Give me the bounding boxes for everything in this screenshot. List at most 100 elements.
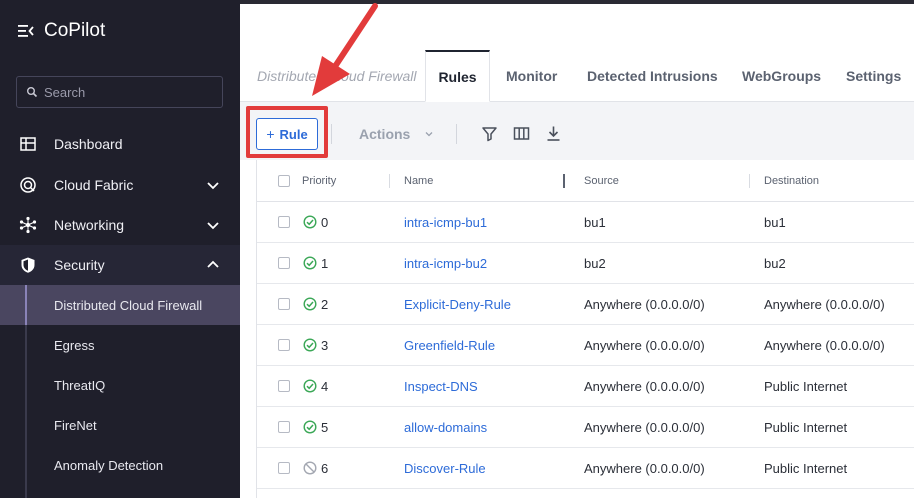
table-row[interactable]: 1 intra-icmp-bu2 bu2 bu2 — [257, 243, 914, 284]
cell-rule-name[interactable]: intra-icmp-bu1 — [404, 215, 487, 230]
cell-priority: 6 — [321, 461, 329, 476]
enabled-check-icon — [303, 215, 317, 229]
cell-source: Anywhere (0.0.0.0/0) — [584, 461, 705, 476]
sidebar-subitem-anomaly-detection[interactable]: Anomaly Detection — [0, 445, 240, 485]
table-row[interactable]: 3 Greenfield-Rule Anywhere (0.0.0.0/0) Anyw… — [257, 325, 914, 366]
cell-priority: 1 — [321, 256, 329, 271]
brand-title: CoPilot — [44, 20, 106, 41]
enabled-check-icon — [303, 256, 317, 270]
table-header: Priority Name Source Destination — [257, 160, 914, 202]
cell-destination: bu1 — [764, 215, 786, 230]
search-input[interactable] — [44, 84, 214, 100]
toolbar-divider — [331, 124, 332, 144]
highlight-box — [246, 106, 328, 158]
tab-detected-intrusions[interactable]: Detected Intrusions — [587, 50, 718, 102]
chevron-down-icon — [207, 182, 219, 190]
filter-icon[interactable] — [481, 125, 498, 142]
actions-label: Actions — [359, 126, 411, 142]
sidebar: CoPilot Dashboard Cloud Fabric — [0, 0, 240, 498]
cell-destination: Public Internet — [764, 420, 848, 435]
row-checkbox[interactable] — [278, 462, 290, 474]
toolbar — [240, 102, 914, 160]
cell-rule-name[interactable]: intra-icmp-bu2 — [404, 256, 487, 271]
shield-icon — [21, 257, 35, 273]
cell-destination: bu2 — [764, 256, 786, 271]
cell-priority: 0 — [321, 215, 329, 230]
table-row[interactable]: 2 Explicit-Deny-Rule Anywhere (0.0.0.0/0) A… — [257, 284, 914, 325]
dashboard-icon — [20, 137, 36, 151]
table-row[interactable]: 0 intra-icmp-bu1 bu1 bu1 — [257, 202, 914, 243]
column-resize-handle[interactable] — [563, 174, 565, 188]
sidebar-subitem-label: Egress — [54, 337, 95, 353]
sidebar-item-label: Dashboard — [54, 136, 123, 152]
search-icon — [27, 87, 38, 98]
cell-rule-name[interactable]: Discover-Rule — [404, 461, 486, 476]
cell-destination: Public Internet — [764, 461, 848, 476]
cell-destination: Public Internet — [764, 379, 848, 394]
chevron-down-icon — [207, 222, 219, 230]
column-header-name[interactable]: Name — [404, 175, 433, 187]
column-header-priority[interactable]: Priority — [302, 175, 336, 187]
sidebar-subitem-distributed-cloud-firewall[interactable]: Distributed Cloud Firewall — [0, 285, 240, 325]
cell-rule-name[interactable]: Greenfield-Rule — [404, 338, 495, 353]
sidebar-subitem-egress[interactable]: Egress — [0, 325, 240, 365]
rules-table: Priority Name Source Destination 0 intra-… — [256, 160, 914, 498]
cell-destination: Anywhere (0.0.0.0/0) — [764, 297, 885, 312]
enabled-check-icon — [303, 297, 317, 311]
row-checkbox[interactable] — [278, 257, 290, 269]
row-checkbox[interactable] — [278, 380, 290, 392]
enabled-check-icon — [303, 379, 317, 393]
search-box[interactable] — [16, 76, 223, 108]
tab-settings[interactable]: Settings — [846, 50, 901, 102]
tab-rules[interactable]: Rules — [425, 50, 490, 102]
actions-dropdown[interactable]: Actions — [359, 126, 434, 142]
cell-source: Anywhere (0.0.0.0/0) — [584, 297, 705, 312]
sidebar-item-label: Cloud Fabric — [54, 177, 134, 193]
cell-priority: 3 — [321, 338, 329, 353]
column-header-source[interactable]: Source — [584, 175, 619, 187]
row-checkbox[interactable] — [278, 298, 290, 310]
cell-source: bu2 — [584, 256, 606, 271]
cell-rule-name[interactable]: Explicit-Deny-Rule — [404, 297, 511, 312]
row-checkbox[interactable] — [278, 421, 290, 433]
tab-monitor[interactable]: Monitor — [506, 50, 557, 102]
columns-icon[interactable] — [513, 125, 530, 142]
cell-source: bu1 — [584, 215, 606, 230]
sidebar-item-label: Networking — [54, 217, 125, 233]
row-checkbox[interactable] — [278, 216, 290, 228]
sidebar-subitem-label: Distributed Cloud Firewall — [54, 297, 203, 313]
table-row[interactable]: 4 Inspect-DNS Anywhere (0.0.0.0/0) Public I… — [257, 366, 914, 407]
cell-priority: 4 — [321, 379, 329, 394]
cell-priority: 5 — [321, 420, 329, 435]
collapse-menu-icon[interactable] — [17, 22, 35, 40]
table-row[interactable]: 6 Discover-Rule Anywhere (0.0.0.0/0) Public… — [257, 448, 914, 489]
row-checkbox[interactable] — [278, 339, 290, 351]
column-header-destination[interactable]: Destination — [764, 175, 819, 187]
cell-rule-name[interactable]: Inspect-DNS — [404, 379, 478, 394]
networking-icon — [19, 216, 37, 234]
sidebar-subitem-label: FireNet — [54, 417, 97, 433]
annotation-arrow — [312, 3, 378, 96]
download-icon[interactable] — [545, 125, 562, 142]
sidebar-item-cloud-fabric[interactable]: Cloud Fabric — [0, 165, 240, 205]
cell-source: Anywhere (0.0.0.0/0) — [584, 338, 705, 353]
sidebar-subitem-firenet[interactable]: FireNet — [0, 405, 240, 445]
sidebar-subitem-threatiq[interactable]: ThreatIQ — [0, 365, 240, 405]
brand: CoPilot — [17, 20, 105, 42]
table-row[interactable]: 5 allow-domains Anywhere (0.0.0.0/0) Public… — [257, 407, 914, 448]
tab-webgroups[interactable]: WebGroups — [742, 50, 821, 102]
enabled-check-icon — [303, 420, 317, 434]
cell-rule-name[interactable]: allow-domains — [404, 420, 487, 435]
disabled-icon — [303, 461, 317, 475]
column-separator — [749, 174, 750, 188]
sidebar-item-dashboard[interactable]: Dashboard — [0, 124, 240, 164]
column-separator — [389, 174, 390, 188]
cell-source: Anywhere (0.0.0.0/0) — [584, 420, 705, 435]
sidebar-subitem-label: ThreatIQ — [54, 377, 106, 393]
sidebar-item-label: Security — [54, 257, 105, 273]
cell-priority: 2 — [321, 297, 329, 312]
cell-destination: Anywhere (0.0.0.0/0) — [764, 338, 885, 353]
sidebar-item-networking[interactable]: Networking — [0, 205, 240, 245]
sidebar-item-security[interactable]: Security — [0, 245, 240, 285]
select-all-checkbox[interactable] — [278, 175, 290, 187]
